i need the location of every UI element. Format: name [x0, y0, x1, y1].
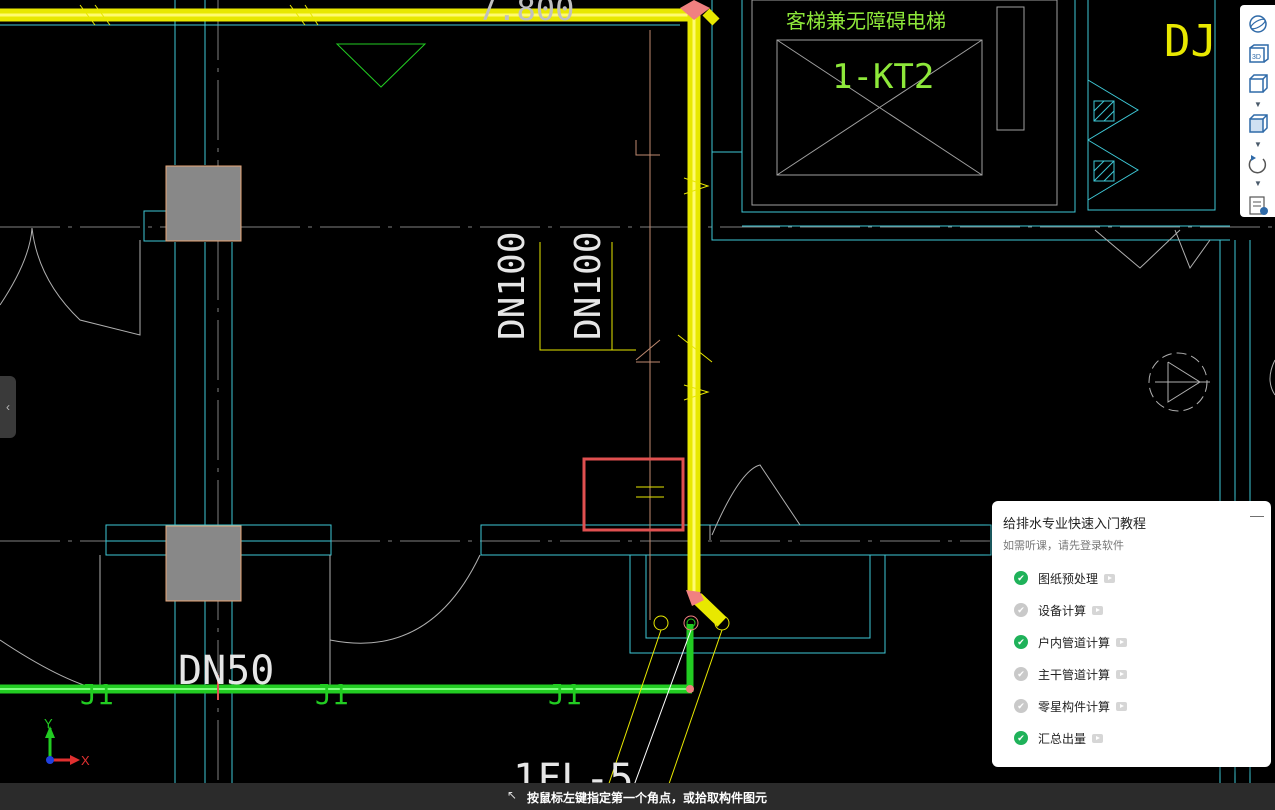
dn-label-2: DN100: [568, 232, 609, 340]
elevator-label: 客梯兼无障碍电梯: [786, 9, 946, 33]
check-circle-icon: ✔: [1014, 635, 1028, 649]
check-circle-icon: ✔: [1014, 667, 1028, 681]
selection-highlight: [582, 457, 685, 532]
dn-label-1: DN100: [492, 232, 533, 340]
left-panel-toggle[interactable]: ‹: [0, 376, 16, 438]
tutorial-step-equipment[interactable]: ✔ 设备计算: [1014, 600, 1104, 620]
tutorial-step-summary[interactable]: ✔ 汇总出量: [1014, 728, 1104, 748]
check-circle-icon: ✔: [1014, 603, 1028, 617]
column: [165, 165, 242, 242]
play-video-icon[interactable]: [1092, 733, 1104, 743]
step-label: 零星构件计算: [1038, 699, 1111, 714]
status-bar: ↖ 按鼠标左键指定第一个角点，或拾取构件图元: [0, 783, 1275, 810]
step-label: 汇总出量: [1038, 731, 1087, 746]
pipe-label-j1: J1: [80, 678, 114, 711]
step-label: 图纸预处理: [1038, 571, 1099, 586]
pipe-label-j1: J1: [315, 678, 349, 711]
3d-view-icon[interactable]: 3D: [1244, 41, 1272, 67]
tutorial-step-main-pipe[interactable]: ✔ 主干管道计算: [1014, 664, 1128, 684]
axis-y-label: Y: [44, 716, 53, 731]
pipe-label-j1: J1: [548, 678, 582, 711]
elevator-code: 1-KT2: [832, 57, 934, 97]
chevron-down-icon[interactable]: ▼: [1254, 180, 1262, 188]
cube-view-icon[interactable]: [1244, 71, 1272, 97]
layer-settings-icon[interactable]: [1244, 193, 1272, 219]
status-message: 按鼠标左键指定第一个角点，或拾取构件图元: [527, 791, 768, 805]
cursor-icon: ↖: [507, 788, 518, 802]
step-label: 户内管道计算: [1038, 635, 1111, 650]
play-video-icon[interactable]: [1116, 701, 1128, 711]
column: [165, 525, 242, 602]
minimize-button[interactable]: —: [1250, 507, 1264, 523]
level-marker: [335, 43, 427, 88]
axis-x-label: X: [81, 753, 90, 768]
check-circle-icon: ✔: [1014, 571, 1028, 585]
check-circle-icon: ✔: [1014, 731, 1028, 745]
rotate-icon[interactable]: [1244, 151, 1272, 177]
room-label: DJ: [1164, 16, 1217, 67]
tutorial-step-preprocess[interactable]: ✔ 图纸预处理: [1014, 568, 1116, 588]
play-video-icon[interactable]: [1116, 669, 1128, 679]
step-label: 主干管道计算: [1038, 667, 1111, 682]
cube-shaded-icon[interactable]: [1244, 111, 1272, 137]
level-label: 7.800: [478, 0, 574, 28]
step-label: 设备计算: [1038, 603, 1087, 618]
chevron-left-icon: ‹: [6, 400, 10, 414]
chevron-down-icon[interactable]: ▼: [1254, 141, 1262, 149]
sphere-view-icon[interactable]: [1244, 11, 1272, 37]
dn-label-3: DN50: [178, 648, 274, 694]
play-video-icon[interactable]: [1092, 605, 1104, 615]
tutorial-step-indoor-pipe[interactable]: ✔ 户内管道计算: [1014, 632, 1128, 652]
equipment-hatch: [1093, 100, 1115, 182]
play-video-icon[interactable]: [1104, 573, 1116, 583]
view-toolbar: 3D ▼ ▼ ▼: [1240, 5, 1275, 217]
tutorial-title: 给排水专业快速入门教程: [1003, 516, 1147, 531]
ucs-axis-icon: Y X: [44, 716, 90, 768]
check-circle-icon: ✔: [1014, 699, 1028, 713]
tutorial-panel: 给排水专业快速入门教程 — 如需听课，请先登录软件 ✔ 图纸预处理 ✔ 设备计算…: [992, 501, 1271, 767]
tutorial-subtitle: 如需听课，请先登录软件: [1003, 540, 1124, 552]
tutorial-step-components[interactable]: ✔ 零星构件计算: [1014, 696, 1128, 716]
3d-label: 3D: [1252, 54, 1261, 61]
chevron-down-icon[interactable]: ▼: [1254, 101, 1262, 109]
play-video-icon[interactable]: [1116, 637, 1128, 647]
